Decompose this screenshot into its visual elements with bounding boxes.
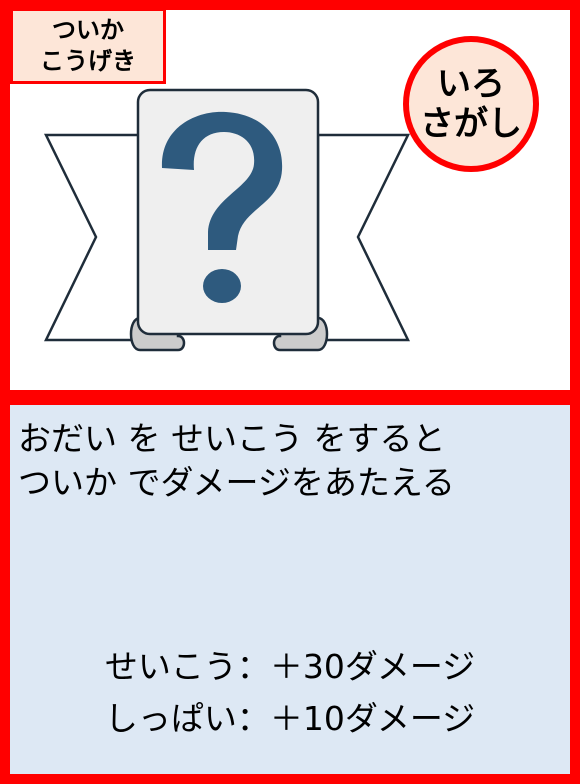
description-line-1: おだい を せいこう をすると: [18, 419, 446, 458]
question-mark-dot: [203, 269, 241, 303]
category-badge: ついか こうげき: [10, 8, 166, 84]
type-badge: いろ さがし: [403, 36, 539, 172]
type-line-2: さがし: [420, 104, 522, 144]
type-line-1: いろ: [437, 64, 505, 104]
ribbon-right-tail: [316, 133, 411, 342]
success-result: せいこう：＋30ダメージ: [104, 647, 476, 686]
ribbon-left-tail: [43, 133, 142, 342]
failure-result: しっぱい：＋10ダメージ: [104, 699, 476, 738]
category-line-1: ついか: [52, 16, 124, 44]
description: おだい を せいこう をすると ついか でダメージをあたえる: [18, 417, 455, 505]
card: ついか こうげき いろ さがし おだい を せいこう をすると ついか でダメー…: [0, 0, 580, 784]
description-line-2: ついか でダメージをあたえる: [18, 463, 455, 502]
category-line-2: こうげき: [40, 47, 136, 75]
